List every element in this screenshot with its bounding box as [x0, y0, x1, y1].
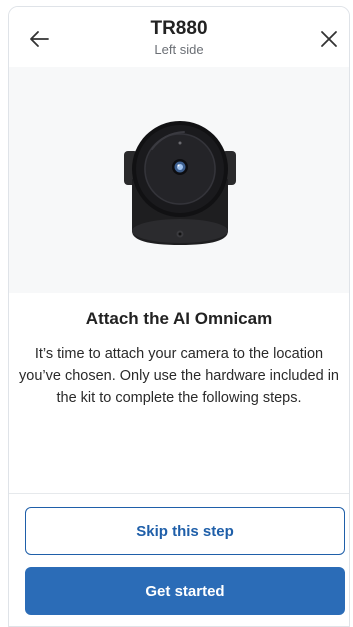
page-title: TR880: [150, 18, 208, 39]
page-subtitle: Left side: [154, 42, 204, 57]
step-heading: Attach the AI Omnicam: [85, 309, 273, 328]
header: TR880 Left side: [9, 7, 349, 67]
close-icon: [321, 31, 337, 47]
camera-illustration: [124, 121, 236, 245]
skip-step-button[interactable]: Skip this step: [25, 507, 345, 555]
footer-divider: [9, 493, 349, 494]
setup-sheet: TR880 Left side Attach the AI Omnicam It…: [8, 6, 350, 627]
step-description: It’s time to attach your camera to the l…: [19, 346, 339, 406]
get-started-button[interactable]: Get started: [25, 567, 345, 615]
hero-illustration-area: [9, 67, 349, 293]
close-button[interactable]: [315, 25, 343, 53]
